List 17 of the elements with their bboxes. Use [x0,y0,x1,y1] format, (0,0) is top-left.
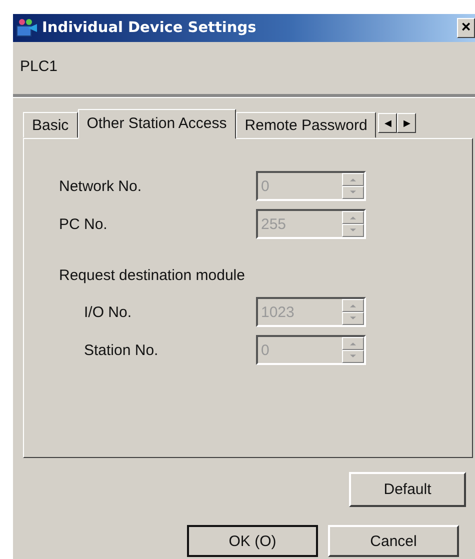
tab[interactable]: Remote Password [236,112,376,138]
device-name: PLC1 [19,57,59,77]
dialog-button[interactable]: OK (O) [187,525,318,557]
dialog-button[interactable]: Cancel [328,525,459,557]
default-button[interactable]: Default [349,472,466,507]
scroll-left-button[interactable]: ◀ [378,113,398,133]
tab[interactable]: Basic [23,112,78,138]
window-title: Individual Device Settings [42,20,258,36]
field-label: PC No. [59,216,108,232]
tab[interactable]: Other Station Access [78,109,236,139]
scroll-right-button[interactable]: ▶ [397,113,416,133]
section-label: Request destination module [59,266,246,286]
field-label: Station No. [84,342,160,358]
field-label: I/O No. [84,304,133,320]
close-button[interactable]: × [457,18,475,38]
field-label: Network No. [59,178,143,194]
app-icon [16,18,38,38]
